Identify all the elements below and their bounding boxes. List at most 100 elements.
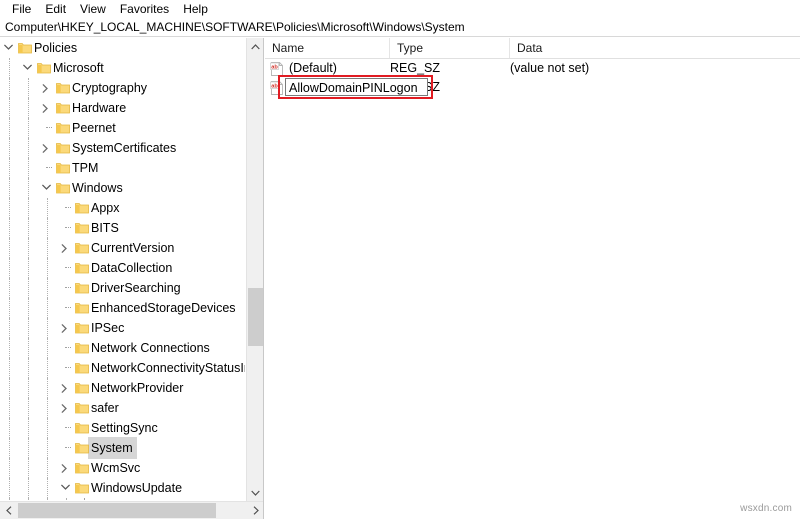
tree-connector (57, 438, 73, 458)
tree-indent-guide (19, 358, 38, 378)
tree-indent-guide (38, 478, 57, 498)
menu-favorites[interactable]: Favorites (113, 0, 176, 18)
chevron-up-icon[interactable] (247, 38, 263, 55)
tree-horizontal-scrollbar-thumb[interactable] (18, 503, 216, 518)
tree-item-wcmsvc[interactable]: WcmSvc (0, 458, 245, 478)
tree-item-systemcertificates[interactable]: SystemCertificates (0, 138, 245, 158)
tree-item-label: NetworkProvider (91, 381, 184, 395)
tree-indent-guide (0, 158, 19, 178)
tree-item-tpm[interactable]: TPM (0, 158, 245, 178)
tree-item-appx[interactable]: Appx (0, 198, 245, 218)
tree-indent-guide (19, 318, 38, 338)
tree-indent-guide (19, 438, 38, 458)
tree-item-settingsync[interactable]: SettingSync (0, 418, 245, 438)
tree-vertical-scrollbar[interactable] (246, 38, 263, 501)
tree-item-datacollection[interactable]: DataCollection (0, 258, 245, 278)
tree-indent-guide (19, 298, 38, 318)
address-bar[interactable]: Computer\HKEY_LOCAL_MACHINE\SOFTWARE\Pol… (0, 18, 800, 37)
chevron-right-icon[interactable] (57, 398, 73, 418)
tree-item-label: Peernet (72, 121, 116, 135)
menu-help[interactable]: Help (176, 0, 215, 18)
folder-icon (54, 98, 72, 118)
tree-indent-guide (38, 438, 57, 458)
tree-item-system[interactable]: System (0, 437, 245, 459)
tree-indent-guide (0, 78, 19, 98)
tree-item-ipsec[interactable]: IPSec (0, 318, 245, 338)
tree-item-windowsupdate[interactable]: WindowsUpdate (0, 478, 245, 498)
tree-item-label: Policies (34, 41, 78, 55)
chevron-left-icon[interactable] (0, 502, 17, 519)
tree-item-safer[interactable]: safer (0, 398, 245, 418)
registry-values-list[interactable]: ab (Default) REG_SZ (value not set)abREG_SZ (265, 59, 800, 99)
tree-indent-guide (38, 378, 57, 398)
chevron-right-icon[interactable] (57, 458, 73, 478)
tree-item-currentversion[interactable]: CurrentVersion (0, 238, 245, 258)
tree-item-networkprovider[interactable]: NetworkProvider (0, 378, 245, 398)
tree-item-driversearching[interactable]: DriverSearching (0, 278, 245, 298)
string-value-icon: ab (270, 62, 284, 76)
tree-item-label: Network Connections (91, 341, 210, 355)
tree-connector (57, 278, 73, 298)
tree-item-label: BITS (91, 221, 119, 235)
tree-item-network-connections[interactable]: Network Connections (0, 338, 245, 358)
value-rename-input[interactable] (286, 80, 427, 96)
tree-connector (38, 158, 54, 178)
tree-item-bits[interactable]: BITS (0, 218, 245, 238)
column-header-data[interactable]: Data (510, 38, 800, 58)
menu-view[interactable]: View (73, 0, 113, 18)
tree-item-label: EnhancedStorageDevices (91, 301, 236, 315)
tree-indent-guide (0, 278, 19, 298)
tree-indent-guide (0, 398, 19, 418)
tree-item-networkconnectivitystatusindicator[interactable]: NetworkConnectivityStatusIndicator (0, 358, 245, 378)
chevron-right-icon[interactable] (38, 98, 54, 118)
tree-item-label: DataCollection (91, 261, 173, 275)
tree-vertical-scrollbar-thumb[interactable] (248, 288, 263, 346)
tree-item-policies[interactable]: Policies (0, 38, 245, 58)
column-header-name[interactable]: Name (265, 38, 390, 58)
chevron-down-icon[interactable] (57, 478, 73, 498)
chevron-right-icon[interactable] (38, 78, 54, 98)
tree-connector (57, 198, 73, 218)
chevron-right-icon[interactable] (38, 138, 54, 158)
tree-indent-guide (38, 398, 57, 418)
tree-indent-guide (0, 458, 19, 478)
tree-indent-guide (0, 58, 19, 78)
chevron-right-icon[interactable] (57, 318, 73, 338)
tree-indent-guide (0, 338, 19, 358)
chevron-right-icon[interactable] (57, 378, 73, 398)
tree-item-label: Hardware (72, 101, 127, 115)
folder-icon (35, 58, 53, 78)
tree-item-cryptography[interactable]: Cryptography (0, 78, 245, 98)
tree-connector (57, 418, 73, 438)
tree-indent-guide (0, 258, 19, 278)
tree-indent-guide (0, 98, 19, 118)
tree-item-enhancedstoragedevices[interactable]: EnhancedStorageDevices (0, 298, 245, 318)
tree-item-hardware[interactable]: Hardware (0, 98, 245, 118)
value-type: REG_SZ (390, 61, 441, 75)
chevron-down-icon[interactable] (247, 484, 263, 501)
menu-file[interactable]: File (5, 0, 38, 18)
chevron-down-icon[interactable] (38, 178, 54, 198)
tree-item-label: TPM (72, 161, 99, 175)
tree-item-microsoft[interactable]: Microsoft (0, 58, 245, 78)
value-rename-editbox[interactable] (285, 78, 428, 96)
svg-text:ab: ab (271, 83, 278, 89)
chevron-right-icon[interactable] (57, 238, 73, 258)
chevron-down-icon[interactable] (19, 58, 35, 78)
tree-item-label: SystemCertificates (72, 141, 177, 155)
tree-horizontal-scrollbar[interactable] (0, 501, 263, 519)
column-header-type[interactable]: Type (390, 38, 510, 58)
menu-edit[interactable]: Edit (38, 0, 73, 18)
tree-indent-guide (19, 478, 38, 498)
chevron-right-icon[interactable] (247, 502, 263, 519)
tree-item-windows[interactable]: Windows (0, 178, 245, 198)
value-data: (value not set) (510, 61, 590, 75)
registry-key-tree[interactable]: Policies Microsoft Cryptography Hardware Pee… (0, 38, 245, 501)
chevron-down-icon[interactable] (0, 38, 16, 58)
tree-indent-guide (19, 218, 38, 238)
tree-item-peernet[interactable]: Peernet (0, 118, 245, 138)
value-row[interactable]: abREG_SZ (265, 75, 800, 99)
value-name: (Default) (289, 61, 337, 75)
tree-item-label: DriverSearching (91, 281, 181, 295)
value-row[interactable]: ab (Default) REG_SZ (value not set) (265, 59, 800, 78)
